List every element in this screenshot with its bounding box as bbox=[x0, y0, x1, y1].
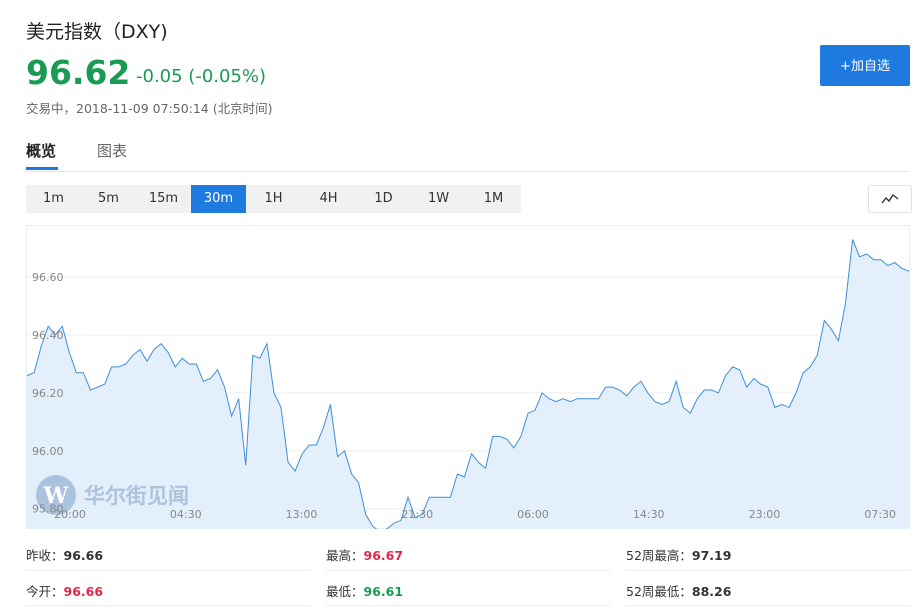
open-label: 今开： bbox=[26, 584, 64, 599]
prev-close-label: 昨收： bbox=[26, 548, 64, 563]
divider bbox=[26, 171, 910, 172]
high-label: 最高： bbox=[326, 548, 364, 563]
x-tick-label: 21:30 bbox=[401, 508, 433, 521]
add-watchlist-button[interactable]: +加自选 bbox=[820, 45, 910, 86]
x-tick-label: 23:00 bbox=[749, 508, 781, 521]
tab-overview[interactable]: 概览 bbox=[26, 140, 56, 161]
x-tick-label: 13:00 bbox=[286, 508, 318, 521]
interval-5m[interactable]: 5m bbox=[81, 185, 136, 213]
interval-1h[interactable]: 1H bbox=[246, 185, 301, 213]
open-value: 96.66 bbox=[63, 584, 104, 599]
divider bbox=[626, 605, 910, 606]
52w-low-label: 52周最低： bbox=[626, 584, 692, 599]
line-chart-icon bbox=[881, 193, 899, 204]
stat-52w-high: 52周最高：97.19 bbox=[626, 545, 731, 564]
interval-15m[interactable]: 15m bbox=[136, 185, 191, 213]
active-tab-indicator bbox=[26, 167, 58, 170]
x-tick-label: 14:30 bbox=[633, 508, 665, 521]
x-tick-label: 07:30 bbox=[864, 508, 896, 521]
divider bbox=[326, 570, 610, 571]
interval-1d[interactable]: 1D bbox=[356, 185, 411, 213]
x-tick-label: 04:30 bbox=[170, 508, 202, 521]
prev-close-value: 96.66 bbox=[63, 548, 104, 563]
interval-1m[interactable]: 1m bbox=[26, 185, 81, 213]
stat-high: 最高：96.67 bbox=[326, 545, 403, 564]
chart-type-button[interactable] bbox=[868, 185, 912, 213]
instrument-title: 美元指数（DXY) bbox=[26, 21, 168, 43]
high-value: 96.67 bbox=[363, 548, 404, 563]
52w-low-value: 88.26 bbox=[691, 584, 732, 599]
y-tick-label: 96.00 bbox=[32, 445, 64, 458]
stat-52w-low: 52周最低：88.26 bbox=[626, 581, 731, 600]
low-label: 最低： bbox=[326, 584, 364, 599]
interval-4h[interactable]: 4H bbox=[301, 185, 356, 213]
x-tick-label: 20:00 bbox=[54, 508, 86, 521]
divider bbox=[626, 570, 910, 571]
y-tick-label: 96.60 bbox=[32, 271, 64, 284]
stat-open: 今开：96.66 bbox=[26, 581, 103, 600]
52w-high-value: 97.19 bbox=[691, 548, 732, 563]
divider bbox=[326, 605, 610, 606]
interval-selector: 1m 5m 15m 30m 1H 4H 1D 1W 1M bbox=[26, 185, 521, 213]
stat-prev-close: 昨收：96.66 bbox=[26, 545, 103, 564]
y-tick-label: 96.40 bbox=[32, 329, 64, 342]
divider bbox=[26, 570, 310, 571]
interval-1mo[interactable]: 1M bbox=[466, 185, 521, 213]
y-tick-label: 96.20 bbox=[32, 387, 64, 400]
interval-30m[interactable]: 30m bbox=[191, 185, 246, 213]
current-price: 96.62 bbox=[26, 53, 131, 92]
price-chart[interactable]: W 华尔街见闻 96.6096.4096.2096.0095.80 20:00 0… bbox=[26, 225, 910, 529]
52w-high-label: 52周最高： bbox=[626, 548, 692, 563]
low-value: 96.61 bbox=[363, 584, 404, 599]
trading-status: 交易中，2018-11-09 07:50:14 (北京时间) bbox=[26, 101, 273, 116]
watermark-text: 华尔街见闻 bbox=[84, 484, 189, 508]
stat-low: 最低：96.61 bbox=[326, 581, 403, 600]
price-change: -0.05 (-0.05%) bbox=[136, 66, 267, 87]
tab-chart[interactable]: 图表 bbox=[97, 140, 127, 161]
x-tick-label: 06:00 bbox=[517, 508, 549, 521]
divider bbox=[26, 605, 310, 606]
interval-1w[interactable]: 1W bbox=[411, 185, 466, 213]
